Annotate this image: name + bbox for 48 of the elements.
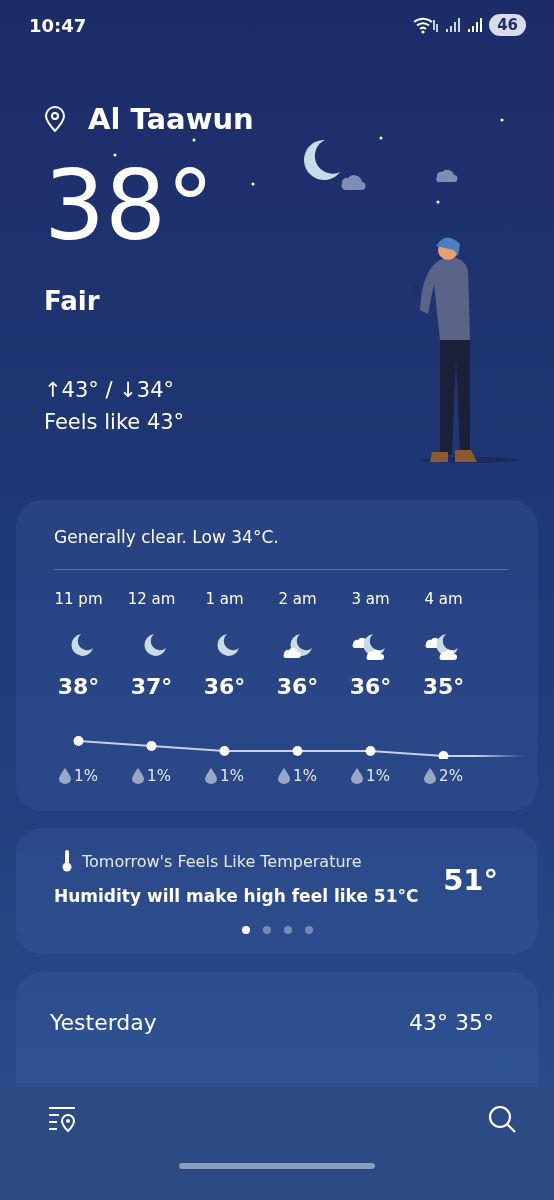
page-dot[interactable] [304, 926, 313, 934]
raindrop-icon [205, 768, 218, 784]
precipitation-chance: 1% [220, 767, 244, 785]
current-temperature: 38° [44, 158, 215, 254]
hour-label: 12 am [127, 590, 176, 610]
hour-temperature: 37° [130, 674, 173, 699]
thermometer-icon [62, 850, 72, 872]
locations-button[interactable] [48, 1105, 76, 1133]
forecast-summary: Generally clear. Low 34°C. [53, 526, 280, 547]
page-dot[interactable] [262, 926, 271, 934]
page-dot[interactable] [241, 926, 250, 934]
hour-temperature: 38° [57, 674, 100, 699]
day-temperatures: 43° 35° [409, 1009, 494, 1035]
precipitation-chance: 2% [439, 767, 463, 785]
day-name: Yesterday [50, 1009, 158, 1035]
hour-temperature: 36° [203, 674, 246, 699]
raindrop-icon [424, 768, 437, 784]
location-pin-icon [44, 106, 66, 132]
precipitation-chance: 1% [147, 767, 171, 785]
raindrop-icon [278, 768, 291, 784]
feels-like-value: 51° [443, 863, 498, 897]
raindrop-icon [351, 768, 364, 784]
location-name: Al Taawun [88, 102, 254, 136]
battery-level: 46 [489, 14, 526, 36]
hour-label: 2 am [278, 590, 317, 610]
weather-condition: Fair [44, 286, 100, 316]
feels-like-temperature: Feels like 43° [44, 410, 185, 434]
hour-label: 3 am [351, 590, 390, 610]
raindrop-icon [132, 768, 145, 784]
raindrop-icon [59, 768, 72, 784]
hour-temperature: 36° [349, 674, 392, 699]
precipitation-chance: 1% [366, 767, 390, 785]
card-title: Tomorrow's Feels Like Temperature [82, 851, 362, 871]
high-low-temperature: ↑43° / ↓34° [44, 378, 175, 402]
hour-label: 11 pm [54, 590, 103, 610]
hour-temperature: 36° [276, 674, 319, 699]
precipitation-chance: 1% [293, 767, 317, 785]
status-time: 10:47 [29, 14, 87, 36]
feels-like-message: Humidity will make high feel like 51°C [54, 886, 419, 906]
signal-icon [445, 17, 462, 33]
hour-label: 4 am [424, 590, 463, 610]
page-dot[interactable] [283, 926, 292, 934]
signal-icon [467, 17, 484, 33]
wifi-icon [413, 16, 440, 34]
precipitation-chance: 1% [74, 767, 98, 785]
hour-temperature: 35° [422, 674, 465, 699]
hour-label: 1 am [205, 590, 244, 610]
search-button[interactable] [488, 1105, 516, 1133]
